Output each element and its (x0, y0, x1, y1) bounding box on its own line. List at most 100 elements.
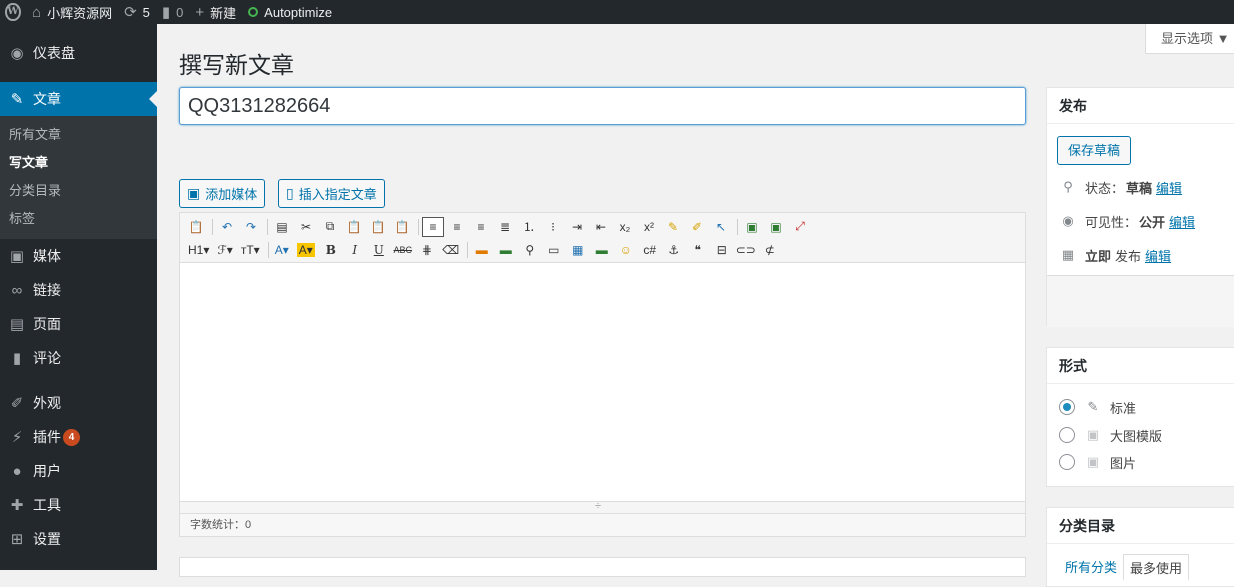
sidebar-item-comments[interactable]: ▮ 评论 (0, 341, 157, 375)
categories-box: 分类目录 所有分类 最多使用 (1046, 507, 1234, 587)
attachment-icon[interactable]: ⚲ (519, 240, 541, 260)
new-content-link[interactable]: + 新建 (189, 0, 242, 24)
edit-visibility-link[interactable]: 编辑 (1169, 212, 1195, 231)
screen-options-button[interactable]: 显示选项 ▼ (1145, 24, 1234, 54)
wrench-icon: ✚ (10, 497, 24, 514)
autoptimize-link[interactable]: Autoptimize (242, 0, 338, 24)
text-color-dropdown[interactable]: A▾ (272, 240, 292, 260)
font-size-dropdown[interactable]: тT▾ (238, 240, 263, 260)
quote-icon[interactable]: ❝ (687, 240, 709, 260)
paste-plain-icon[interactable]: 📋 (367, 217, 389, 237)
submenu-new-post[interactable]: 写文章 (0, 149, 157, 177)
paste-text-icon[interactable]: 📋 (185, 217, 207, 237)
format-option-image[interactable]: ▣ 图片 (1059, 451, 1136, 473)
redo-icon[interactable]: ↷ (240, 217, 262, 237)
align-left-icon[interactable]: ≡ (422, 216, 444, 237)
strikethrough-button[interactable]: ABC (392, 240, 414, 260)
sidebar-item-settings[interactable]: ⊞ 设置 (0, 522, 157, 556)
code-icon[interactable]: c# (639, 240, 661, 260)
refresh-icon: ⟳ (124, 3, 137, 21)
insert-media-icon[interactable]: ▬ (495, 240, 517, 260)
background-color-dropdown[interactable]: A▾ (294, 240, 318, 260)
tab-most-used[interactable]: 最多使用 (1123, 554, 1190, 580)
sidebar-item-posts[interactable]: ✎ 文章 (0, 82, 157, 116)
format-option-standard[interactable]: ✎ 标准 (1059, 396, 1136, 418)
editor-content-area[interactable] (180, 263, 1025, 501)
posts-submenu: 所有文章 写文章 分类目录 标签 (0, 116, 157, 239)
align-right-icon[interactable]: ≡ (470, 217, 492, 237)
superscript-icon[interactable]: x² (638, 217, 660, 237)
sidebar-item-users[interactable]: ● 用户 (0, 454, 157, 488)
insert-post-button[interactable]: ▯ 插入指定文章 (278, 179, 385, 208)
radio-large-image[interactable] (1059, 427, 1075, 443)
page-break-icon[interactable]: ⊟ (711, 240, 733, 260)
sidebar-item-pages[interactable]: ▤ 页面 (0, 307, 157, 341)
unlink-icon[interactable]: ⊄ (759, 240, 781, 260)
site-name-link[interactable]: ⌂ 小辉资源网 (26, 0, 118, 24)
horizontal-rule-icon[interactable]: ⋕ (416, 240, 438, 260)
copy-icon[interactable]: ⧉ (319, 217, 341, 237)
indent-icon[interactable]: ⇥ (566, 217, 588, 237)
emoji-icon[interactable]: ☺ (615, 240, 637, 260)
format-painter-icon[interactable]: ✐ (686, 217, 708, 237)
sidebar-item-dashboard[interactable]: ◉ 仪表盘 (0, 36, 157, 70)
sidebar-item-links[interactable]: ∞ 链接 (0, 273, 157, 307)
anchor-icon[interactable]: ⚓ (663, 240, 685, 260)
category-tabs: 所有分类 最多使用 (1059, 554, 1190, 580)
align-justify-icon[interactable]: ≣ (494, 217, 516, 237)
insert-image-icon[interactable]: ▬ (471, 240, 493, 260)
outdent-icon[interactable]: ⇤ (590, 217, 612, 237)
comments-link[interactable]: ▮ 0 (156, 0, 190, 24)
tab-all-categories[interactable]: 所有分类 (1059, 554, 1123, 580)
underline-button[interactable]: U (368, 240, 390, 260)
clean-icon[interactable]: ✎ (662, 217, 684, 237)
insert-row-icon[interactable]: ▬ (591, 240, 613, 260)
eye-icon: ◉ (1062, 213, 1074, 228)
format-option-large-image[interactable]: ▣ 大图模版 (1059, 424, 1162, 446)
brush-icon: ✐ (10, 395, 24, 412)
link-icon[interactable]: ⊂⊃ (735, 240, 757, 260)
sidebar-item-media[interactable]: ▣ 媒体 (0, 239, 157, 273)
bold-button[interactable]: B (320, 240, 342, 260)
eraser-icon[interactable]: ⌫ (440, 240, 462, 260)
wordpress-logo-icon[interactable]: W (0, 0, 26, 24)
subscript-icon[interactable]: x₂ (614, 217, 636, 237)
post-title-input[interactable]: QQ3131282664 (179, 87, 1026, 125)
document-icon[interactable]: ▤ (271, 217, 293, 237)
font-family-dropdown[interactable]: ℱ▾ (214, 240, 235, 260)
select-icon[interactable]: ↖ (710, 217, 732, 237)
paste-icon[interactable]: 📋 (343, 217, 365, 237)
bullet-list-icon[interactable]: ⁝ (542, 217, 564, 237)
sidebar-item-plugins[interactable]: ⚡ 插件 4 (0, 420, 157, 454)
sidebar-item-appearance[interactable]: ✐ 外观 (0, 386, 157, 420)
table-icon[interactable]: ▦ (567, 240, 589, 260)
save-draft-button[interactable]: 保存草稿 (1057, 136, 1132, 165)
add-media-button[interactable]: ▣ 添加媒体 (179, 179, 266, 208)
video-icon[interactable]: ▭ (543, 240, 565, 260)
format-box: 形式 ✎ 标准 ▣ 大图模版 ▣ 图片 (1046, 347, 1234, 487)
image-icon: ▣ (1086, 454, 1100, 469)
submenu-all-posts[interactable]: 所有文章 (0, 121, 157, 149)
image-icon[interactable]: ▣ (741, 217, 763, 237)
updates-link[interactable]: ⟳ 5 (118, 0, 156, 24)
numbered-list-icon[interactable]: ⒈ (518, 217, 540, 237)
media-icon: ▣ (187, 185, 201, 201)
submenu-categories[interactable]: 分类目录 (0, 177, 157, 205)
edit-status-link[interactable]: 编辑 (1156, 178, 1182, 197)
editor-resize-handle[interactable]: ÷ (180, 500, 1025, 513)
italic-button[interactable]: I (344, 240, 366, 260)
radio-standard[interactable] (1059, 399, 1075, 415)
heading-dropdown[interactable]: H1▾ (185, 240, 212, 260)
edit-schedule-link[interactable]: 编辑 (1145, 246, 1171, 265)
align-center-icon[interactable]: ≡ (446, 217, 468, 237)
radio-image[interactable] (1059, 454, 1075, 470)
sidebar-item-tools[interactable]: ✚ 工具 (0, 488, 157, 522)
submenu-tags[interactable]: 标签 (0, 205, 157, 233)
page-title: 撰写新文章 (179, 52, 294, 78)
image-edit-icon[interactable]: ▣ (765, 217, 787, 237)
paste-word-icon[interactable]: 📋 (391, 217, 413, 237)
fullscreen-icon[interactable]: ⤢ (789, 217, 811, 237)
admin-sidebar: ◉ 仪表盘 ✎ 文章 所有文章 写文章 分类目录 标签 ▣ 媒体 ∞ 链接 ▤ … (0, 24, 157, 570)
cut-icon[interactable]: ✂ (295, 217, 317, 237)
undo-icon[interactable]: ↶ (216, 217, 238, 237)
